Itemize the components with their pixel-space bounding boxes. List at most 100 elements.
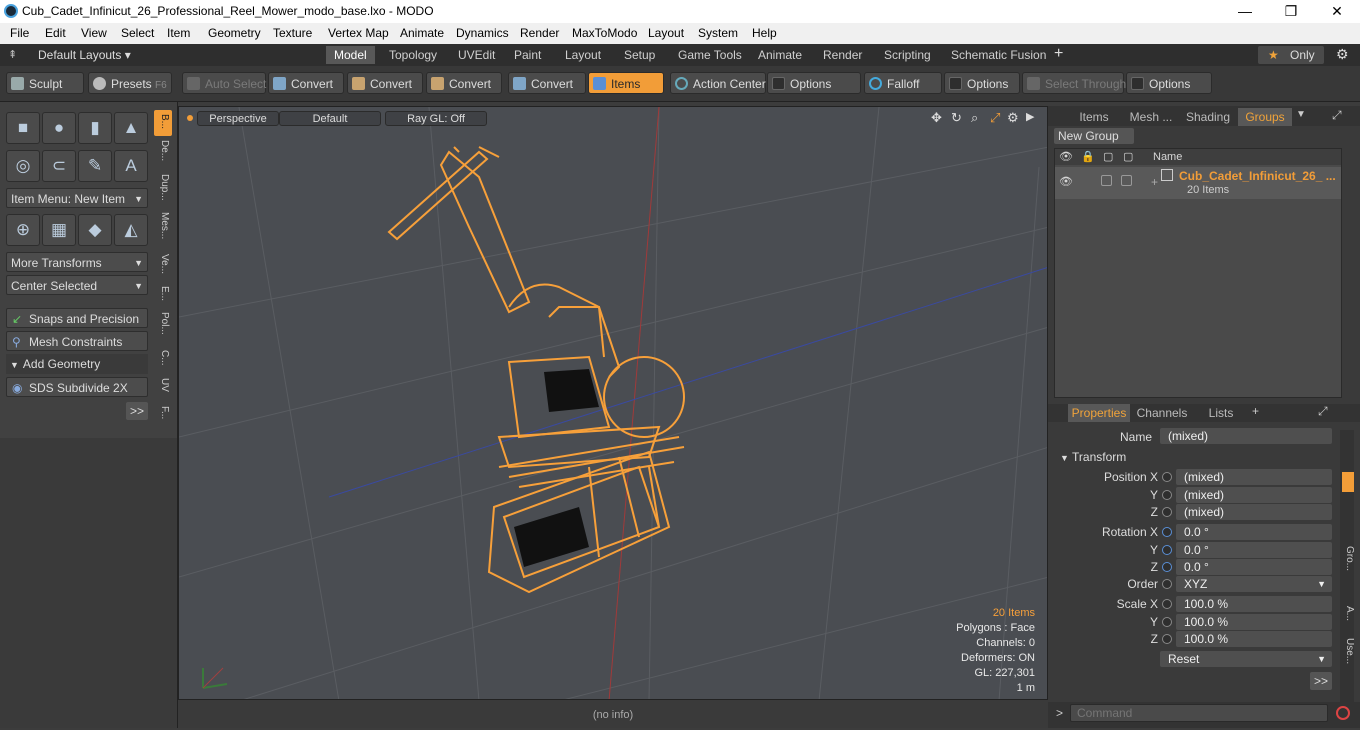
convert-button-1[interactable]: Convert [268, 72, 344, 94]
tab-schematic-fusion[interactable]: Schematic Fusion [943, 46, 1054, 64]
new-group-button[interactable]: New Group [1054, 128, 1134, 144]
vtab-vertex[interactable]: Ve... [156, 254, 170, 274]
vtab-basic[interactable]: B... [156, 114, 170, 129]
position-x-field[interactable]: (mixed) [1176, 469, 1332, 485]
tab-items[interactable]: Items [1066, 108, 1122, 126]
raygl-toggle[interactable]: Ray GL: Off [385, 111, 487, 126]
record-icon[interactable] [1336, 706, 1350, 720]
tab-shading[interactable]: Shading [1180, 108, 1236, 126]
tab-layout[interactable]: Layout [557, 46, 609, 64]
cube-icon[interactable]: ■ [6, 112, 40, 144]
more-transforms-dropdown[interactable]: More Transforms ▼ [6, 252, 148, 272]
collapse-arrow-icon[interactable]: ⇞ [8, 48, 17, 61]
sds-subdivide-button[interactable]: ◉ SDS Subdivide 2X [6, 377, 148, 397]
tab-model[interactable]: Model [326, 46, 375, 64]
only-toggle[interactable]: ★ Only [1258, 46, 1324, 64]
position-y-radio[interactable] [1162, 490, 1172, 500]
vtab-duplicate[interactable]: Dup... [156, 174, 170, 201]
tab-scripting[interactable]: Scripting [876, 46, 939, 64]
menu-animate[interactable]: Animate [400, 26, 444, 40]
plane-icon[interactable]: ◭ [114, 214, 148, 246]
vtab-deform[interactable]: De... [156, 140, 170, 161]
falloff-button[interactable]: Falloff [864, 72, 942, 94]
expand-plus-icon[interactable]: + [1151, 175, 1158, 189]
snaps-precision-button[interactable]: ↙ Snaps and Precision [6, 308, 148, 328]
default-layouts-dropdown[interactable]: Default Layouts ▾ [38, 48, 131, 62]
scale-y-field[interactable]: 100.0 % [1176, 614, 1332, 630]
auto-select-button[interactable]: Auto Select [182, 72, 266, 94]
sphere-icon[interactable]: ● [42, 112, 76, 144]
select-checkbox[interactable] [1101, 175, 1112, 186]
torus-icon[interactable]: ◎ [6, 150, 40, 182]
menu-dynamics[interactable]: Dynamics [456, 26, 509, 40]
position-x-radio[interactable] [1162, 472, 1172, 482]
menu-file[interactable]: File [10, 26, 29, 40]
zoom-view-icon[interactable]: ⌕ [971, 110, 978, 126]
tab-setup[interactable]: Setup [616, 46, 663, 64]
sculpt-button[interactable]: Sculpt [6, 72, 84, 94]
rotation-z-radio[interactable] [1162, 562, 1172, 572]
menu-maxtomodo[interactable]: MaxToModo [572, 26, 637, 40]
presets-button[interactable]: Presets F6 [88, 72, 172, 94]
item-menu-dropdown[interactable]: Item Menu: New Item ▼ [6, 188, 148, 208]
menu-render[interactable]: Render [520, 26, 559, 40]
text-tool-icon[interactable]: A [114, 150, 148, 182]
vtab-mesh-edit[interactable]: Mes... [156, 212, 170, 239]
group-row[interactable]: 👁 + Cub_Cadet_Infinicut_26_ ... 20 Items [1055, 167, 1341, 199]
side-tab-assembly[interactable]: A... [1341, 606, 1355, 621]
grid-mesh-icon[interactable]: ▦ [42, 214, 76, 246]
position-z-field[interactable]: (mixed) [1176, 504, 1332, 520]
rotation-y-radio[interactable] [1162, 545, 1172, 555]
rotation-x-radio[interactable] [1162, 527, 1172, 537]
menu-view[interactable]: View [81, 26, 107, 40]
expand-more-button[interactable]: >> [126, 402, 148, 420]
transform-header[interactable]: ▼ Transform [1060, 450, 1126, 464]
scale-z-field[interactable]: 100.0 % [1176, 631, 1332, 647]
gear-icon[interactable]: ⚙ [1336, 46, 1349, 63]
convert-button-2[interactable]: Convert [347, 72, 423, 94]
position-y-field[interactable]: (mixed) [1176, 487, 1332, 503]
position-z-radio[interactable] [1162, 507, 1172, 517]
menu-texture[interactable]: Texture [273, 26, 312, 40]
tab-channels[interactable]: Channels [1134, 404, 1190, 422]
add-properties-tab-button[interactable]: + [1252, 404, 1259, 418]
tab-lists[interactable]: Lists [1194, 404, 1248, 422]
center-selected-dropdown[interactable]: Center Selected ▼ [6, 275, 148, 295]
side-tab-active[interactable] [1342, 472, 1354, 492]
minimize-button[interactable]: — [1222, 0, 1268, 23]
convert-button-3[interactable]: Convert [426, 72, 502, 94]
mesh-constraints-button[interactable]: ⚲ Mesh Constraints [6, 331, 148, 351]
scale-x-radio[interactable] [1162, 599, 1172, 609]
options-button-1[interactable]: Options [767, 72, 861, 94]
order-dropdown[interactable]: XYZ ▼ [1176, 576, 1332, 592]
menu-edit[interactable]: Edit [45, 26, 66, 40]
tab-animate[interactable]: Animate [750, 46, 810, 64]
tab-paint[interactable]: Paint [506, 46, 549, 64]
visibility-eye-icon[interactable]: 👁 [1059, 175, 1073, 188]
convert-button-4[interactable]: Convert [508, 72, 586, 94]
3d-viewport[interactable]: Perspective Default Ray GL: Off ✥ ↻ ⌕ ⤢ … [178, 106, 1048, 700]
maximize-properties-icon[interactable]: ⤢ [1318, 404, 1328, 419]
tab-properties[interactable]: Properties [1068, 404, 1130, 422]
rotation-x-field[interactable]: 0.0 ° [1176, 524, 1332, 540]
menu-help[interactable]: Help [752, 26, 777, 40]
maximize-panel-icon[interactable]: ⤢ [1332, 108, 1342, 123]
add-tab-button[interactable]: + [1054, 45, 1063, 63]
scale-x-field[interactable]: 100.0 % [1176, 596, 1332, 612]
capsule-icon[interactable]: ⊂ [42, 150, 76, 182]
name-field[interactable]: (mixed) [1160, 428, 1332, 444]
order-radio[interactable] [1162, 579, 1172, 589]
tabs-dropdown-icon[interactable]: ▼ [1296, 109, 1306, 120]
vtab-fusion[interactable]: F... [156, 406, 170, 419]
rotation-z-field[interactable]: 0.0 ° [1176, 559, 1332, 575]
texture-cube-icon[interactable]: ◆ [78, 214, 112, 246]
vtab-uv[interactable]: UV [156, 378, 170, 392]
viewport-settings-icon[interactable]: ⚙ [1007, 110, 1019, 126]
menu-item[interactable]: Item [167, 26, 190, 40]
view-perspective-dropdown[interactable]: Perspective [197, 111, 279, 126]
viewport-expand-icon[interactable]: ▶ [1026, 110, 1034, 123]
rotate-view-icon[interactable]: ↻ [951, 110, 962, 126]
menu-layout[interactable]: Layout [648, 26, 684, 40]
tab-game-tools[interactable]: Game Tools [670, 46, 750, 64]
items-mode-button[interactable]: Items [588, 72, 664, 94]
